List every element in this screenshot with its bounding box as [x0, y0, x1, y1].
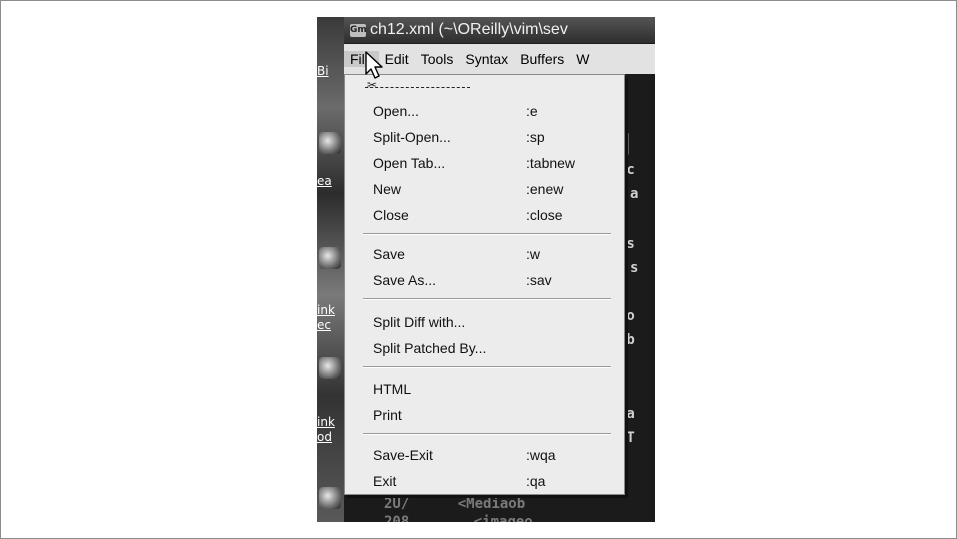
gvim-screenshot: Bi ea ink ec ink od Gm ch12.xml (~\OReil… — [317, 17, 655, 522]
desktop-icon[interactable] — [319, 487, 341, 509]
menu-item-label: HTML — [373, 381, 412, 397]
menu-item-shortcut: :wqa — [526, 447, 556, 463]
menu-item-split-diff[interactable]: Split Diff with... — [346, 309, 622, 335]
file-menu-dropdown: ✂ Open... :e Split-Open... :sp Open Tab.… — [344, 74, 625, 495]
code-line: 2U/ <Mediaob — [384, 496, 525, 512]
menu-item-label: Split-Open... — [373, 129, 451, 145]
menu-syntax[interactable]: Syntax — [459, 51, 514, 67]
menu-item-label: Save As... — [373, 272, 437, 288]
code-line: 208 <imageo — [384, 514, 533, 522]
menu-item-save-exit[interactable]: Save-Exit :wqa — [346, 442, 622, 468]
menu-tools[interactable]: Tools — [415, 51, 460, 67]
desktop-label[interactable]: Bi — [317, 64, 344, 78]
menu-item-shortcut: :sp — [526, 129, 545, 145]
code-fragment: a — [630, 186, 639, 202]
menu-item-open[interactable]: Open... :e — [346, 98, 622, 124]
menu-item-label: Save — [373, 246, 405, 262]
menu-item-shortcut: :close — [526, 207, 563, 223]
menu-item-shortcut: :tabnew — [526, 155, 576, 171]
menu-item-shortcut: :sav — [526, 272, 552, 288]
mouse-pointer-icon — [365, 51, 383, 79]
menu-item-label: Split Diff with... — [373, 314, 466, 330]
menu-item-save[interactable]: Save :w — [346, 241, 622, 267]
desktop-icon[interactable] — [319, 357, 341, 379]
menu-item-shortcut: :enew — [526, 181, 564, 197]
window-title: ch12.xml (~\OReilly\vim\sev — [370, 21, 568, 38]
menu-item-shortcut: :w — [526, 246, 540, 262]
desktop-icon[interactable] — [319, 247, 341, 269]
desktop-label[interactable]: ink — [317, 303, 344, 317]
menu-item-exit[interactable]: Exit :qa — [346, 468, 622, 494]
menu-bar: File Edit Tools Syntax Buffers W — [344, 44, 655, 74]
window-titlebar[interactable]: Gm ch12.xml (~\OReilly\vim\sev — [344, 17, 655, 43]
desktop-strip: Bi ea ink ec ink od — [317, 17, 344, 522]
desktop-icon[interactable] — [319, 132, 341, 154]
menu-item-new[interactable]: New :enew — [346, 176, 622, 202]
menu-item-label: Close — [373, 207, 409, 223]
gvim-icon: Gm — [350, 23, 367, 37]
menu-separator — [363, 433, 611, 435]
menu-item-label: Split Patched By... — [373, 340, 487, 356]
desktop-label[interactable]: ink — [317, 415, 344, 429]
code-fragment: s — [630, 260, 639, 276]
menu-item-label: Exit — [373, 473, 397, 489]
menu-buffers[interactable]: Buffers — [514, 51, 570, 67]
desktop-label[interactable]: ea — [317, 174, 344, 188]
line-number: 208 — [384, 514, 410, 522]
tearoff-line[interactable] — [365, 87, 470, 94]
menu-item-shortcut: :qa — [526, 473, 546, 489]
line-text: <imageo — [473, 514, 533, 522]
menu-separator — [363, 233, 611, 235]
menu-item-label: New — [373, 181, 402, 197]
menu-item-shortcut: :e — [526, 103, 538, 119]
menu-item-close[interactable]: Close :close — [346, 202, 622, 228]
menu-item-open-tab[interactable]: Open Tab... :tabnew — [346, 150, 622, 176]
figure-frame: Bi ea ink ec ink od Gm ch12.xml (~\OReil… — [0, 0, 957, 539]
menu-item-html[interactable]: HTML — [346, 376, 622, 402]
menu-separator — [363, 298, 611, 300]
desktop-label[interactable]: od — [317, 430, 344, 444]
menu-item-label: Open... — [373, 103, 419, 119]
menu-separator — [363, 366, 611, 368]
line-text: <Mediaob — [457, 496, 526, 512]
menu-window[interactable]: W — [570, 51, 595, 67]
menu-item-print[interactable]: Print — [346, 402, 622, 428]
menu-item-label: Save-Exit — [373, 447, 433, 463]
line-number: 2U/ — [384, 496, 410, 512]
menu-item-split-open[interactable]: Split-Open... :sp — [346, 124, 622, 150]
menu-item-save-as[interactable]: Save As... :sav — [346, 267, 622, 293]
menu-item-label: Print — [373, 407, 402, 423]
desktop-label[interactable]: ec — [317, 318, 344, 332]
menu-item-split-patched[interactable]: Split Patched By... — [346, 335, 622, 361]
menu-item-label: Open Tab... — [373, 155, 446, 171]
